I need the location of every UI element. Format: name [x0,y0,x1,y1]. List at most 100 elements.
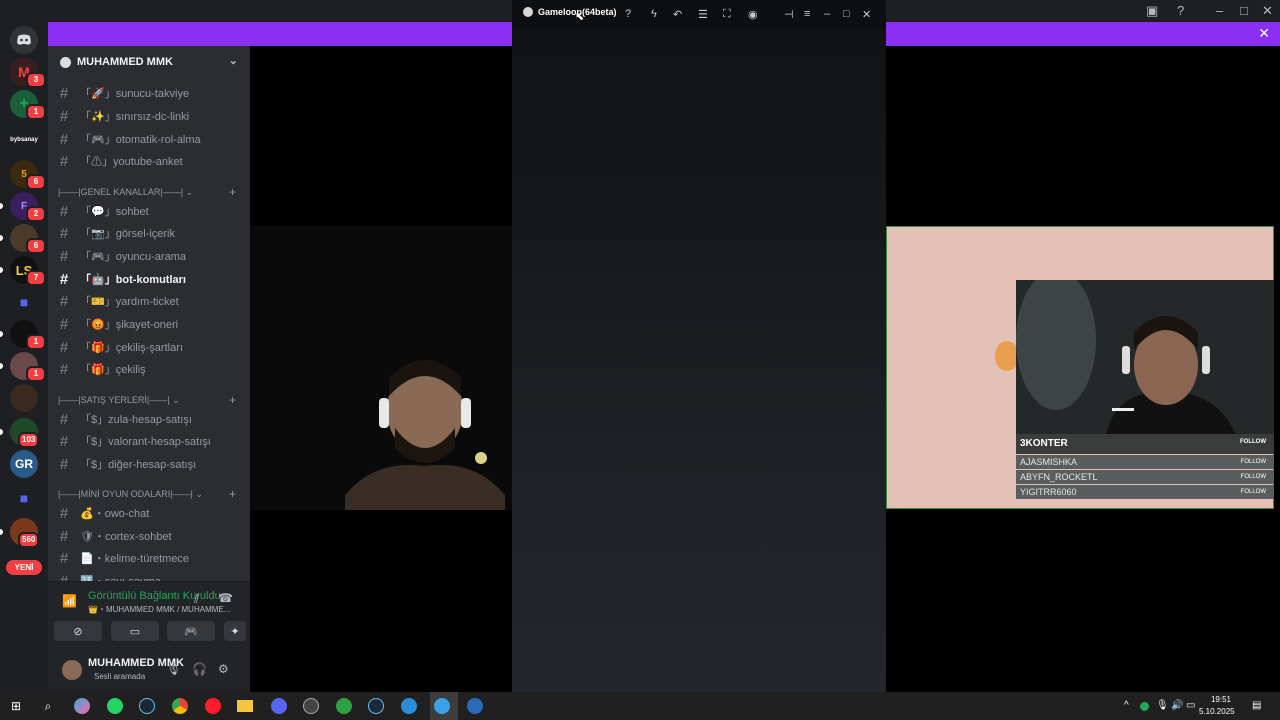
account-icon[interactable]: ◉ [748,8,758,21]
copilot-icon[interactable] [71,696,93,716]
avatar[interactable] [62,660,82,680]
channel-item[interactable]: # 「📷」görsel-içerik [54,223,244,243]
close-icon[interactable]: ✕ [1262,3,1273,19]
category-genel[interactable]: |——|GENEL KANALLAR|——| ⌄ + [58,185,244,199]
disconnect-icon[interactable]: ☎ [218,591,233,605]
hash-icon: # [59,527,69,545]
server-icon-turkish[interactable] [10,384,38,412]
discord-taskbar-icon[interactable] [268,696,290,716]
screen-share-button[interactable]: ▭ [111,621,159,641]
close-icon[interactable]: ✕ [862,8,871,21]
app-icon[interactable] [300,696,322,716]
hash-icon: # [59,107,69,125]
noise-suppression-icon[interactable]: ⫽ [194,592,199,607]
list-icon[interactable]: ☰ [698,8,708,21]
gameloop-titlebar[interactable]: Gameloop(64beta) ? ϟ ↶ ☰ ⛶ ◉ ⊣ ≡ – □ ✕ [512,0,886,30]
microphone-icon[interactable]: 🎙 [166,662,181,676]
status-dot-icon[interactable] [1140,702,1149,711]
banner-close-icon[interactable]: ✕ [1258,25,1270,42]
start-button[interactable]: ⊞ [5,696,27,716]
app-green-icon[interactable] [333,696,355,716]
channel-item[interactable]: # 「😡」şikayet-oneri [54,314,244,334]
channel-item[interactable]: # 💰・owo-chat [54,503,244,523]
channel-label: 「$」diğer-hesap-satışı [80,459,197,471]
channel-item-active[interactable]: # 「🤖」bot-komutları [54,269,244,289]
help-icon[interactable]: ? [1177,3,1184,18]
opera-icon[interactable] [202,696,224,716]
steam-icon-2[interactable] [365,696,387,716]
clock-date[interactable]: 5.10.2025 [1199,707,1235,716]
volume-icon[interactable]: 🔊 [1171,700,1183,711]
channel-item[interactable]: # 「🎮」otomatik-rol-alma [54,129,244,149]
undo-icon[interactable]: ↶ [673,8,682,21]
category-label: |——|MİNİ OYUN ODALARI|——| [58,489,193,499]
channel-item[interactable]: # 「⚠」youtube-anket [54,151,244,171]
steam-icon[interactable] [136,696,158,716]
channel-item[interactable]: # 「🎫」yardım-ticket [54,291,244,311]
channel-item[interactable]: # 📄・kelime-türetmece [54,548,244,568]
fullscreen-icon[interactable]: ⛶ [723,8,731,21]
channel-item[interactable]: # 「✨」sınırsız-dc-linki [54,106,244,126]
channel-item[interactable]: # 「🎁」çekiliş [54,359,244,379]
soundboard-button[interactable]: ✦ [224,621,246,641]
channel-item[interactable]: # 「$」diğer-hesap-satışı [54,454,244,474]
headphones-icon[interactable]: 🎧 [192,662,207,676]
channel-item[interactable]: # 「🎮」oyuncu-arama [54,246,244,266]
signal-icon[interactable]: 📶 [62,594,77,608]
channel-item[interactable]: # 🛡・cortex-sohbet [54,526,244,546]
gear-icon[interactable]: ⚙ [218,662,229,676]
category-satis[interactable]: |——|SATIŞ YERLERİ|——| ⌄ + [58,393,244,407]
clock-time[interactable]: 19:51 [1206,695,1236,704]
channel-item[interactable]: # 「🚀」sunucu-takviye [54,83,244,103]
chevron-down-icon[interactable]: ⌄ [229,54,238,67]
notification-icon[interactable]: ▤ [1252,700,1261,711]
activity-button[interactable]: 🎮 [167,621,215,641]
server-badge: 560 [18,532,40,548]
mouse-cursor-icon: ⬉ [575,11,585,23]
hash-icon: # [59,432,69,450]
app-network-icon[interactable] [464,696,486,716]
network-icon[interactable]: ▭ [1186,700,1195,711]
voice-status[interactable]: Görüntülü Bağlantı Kuruldu [88,590,221,602]
maximize-icon[interactable]: □ [1240,3,1248,18]
gameloop-taskbar-icon[interactable] [431,696,453,716]
video-tile[interactable] [250,226,512,510]
server-icon-gr[interactable]: GR [10,450,38,478]
help-icon[interactable]: ? [625,8,631,20]
chrome-icon[interactable] [169,696,191,716]
add-channel-icon[interactable]: + [229,393,236,407]
category-mini[interactable]: |——|MİNİ OYUN ODALARI|——| ⌄ + [58,487,244,501]
follower-name: YIGITRR6060 [1020,487,1077,497]
maximize-icon[interactable]: □ [843,8,850,20]
unread-pip [0,529,3,535]
gameloop-window[interactable]: Gameloop(64beta) ? ϟ ↶ ☰ ⛶ ◉ ⊣ ≡ – □ ✕ ⬉ [512,0,886,692]
server-name: MUHAMMED MMK [77,56,173,68]
search-icon[interactable]: ⌕ [37,696,59,716]
folder-icon[interactable]: ■ [10,288,38,316]
discord-home-icon[interactable] [10,26,38,54]
minimize-icon[interactable]: – [824,8,830,20]
whatsapp-icon[interactable] [104,696,126,716]
minimize-icon[interactable]: – [1216,3,1223,18]
stream-overlay[interactable]: 3KONTER FOLLOW AJASMISHKA FOLLOW ABYFN_RO… [886,226,1274,509]
add-channel-icon[interactable]: + [229,185,236,199]
app-blue-icon[interactable] [398,696,420,716]
voice-channel-path[interactable]: 👑・MUHAMMED MMK / MUHAMME... [88,604,230,615]
server-header[interactable]: MUHAMMED MMK ⌄ [48,46,250,78]
inbox-icon[interactable]: ▣ [1146,3,1158,19]
server-icon-bybsanay[interactable]: bybsanay [7,126,41,154]
folder-icon[interactable]: ■ [10,484,38,512]
camera-off-button[interactable]: ⊘ [54,621,102,641]
file-explorer-icon[interactable] [234,696,256,716]
channel-item[interactable]: # 「🎁」çekiliş-şartları [54,337,244,357]
channel-item[interactable]: # 「💬」sohbet [54,201,244,221]
lightning-icon[interactable]: ϟ [651,8,657,20]
channel-item[interactable]: # 「$」zula-hesap-satışı [54,409,244,429]
add-channel-icon[interactable]: + [229,487,236,501]
new-pill[interactable]: YENİ [6,560,42,575]
pin-icon[interactable]: ⊣ [784,8,794,21]
chevron-up-icon[interactable]: ^ [1124,700,1129,711]
channel-item[interactable]: # 「$」valorant-hesap-satışı [54,431,244,451]
microphone-icon[interactable]: 🎙 [1156,700,1169,711]
menu-icon[interactable]: ≡ [804,8,810,20]
